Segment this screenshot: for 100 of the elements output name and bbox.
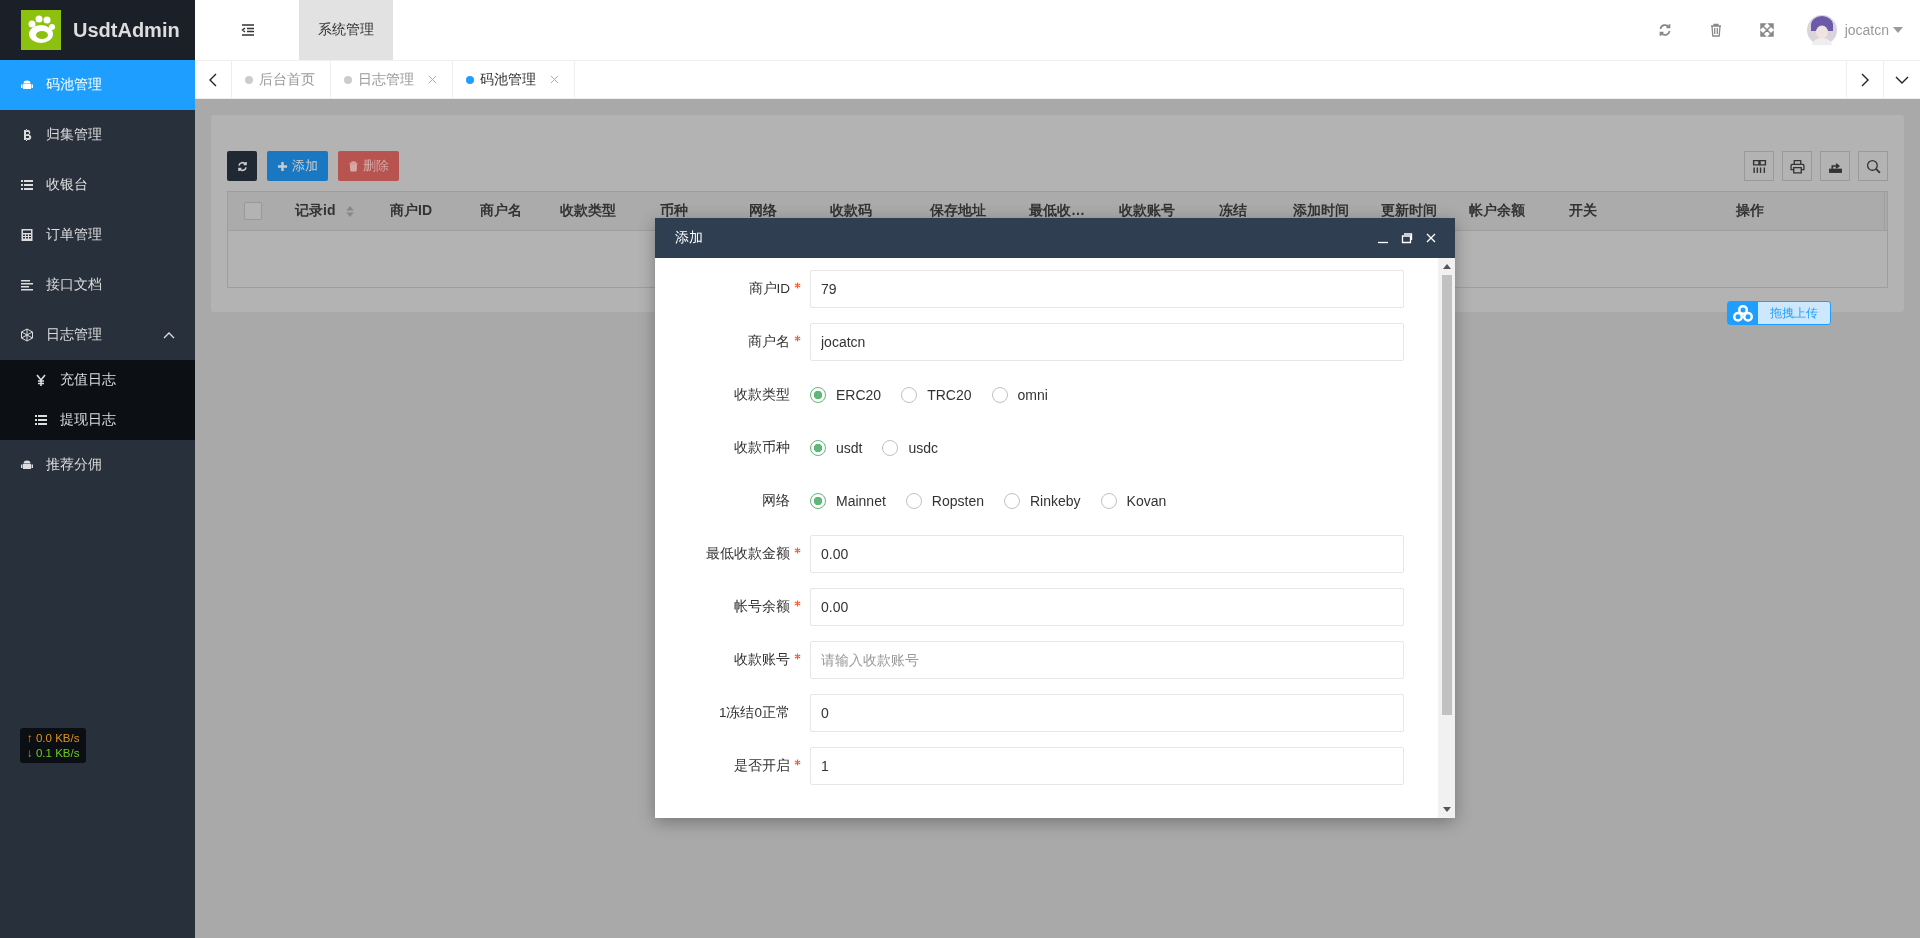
android-icon <box>20 78 34 92</box>
field-label: 最低收款金额 <box>706 545 790 563</box>
column-header: 收款类型 <box>560 202 616 220</box>
radio-option[interactable]: ERC20 <box>810 387 882 403</box>
radio-option[interactable]: Kovan <box>1100 493 1167 509</box>
chevron-down-icon <box>1895 75 1909 84</box>
radio-label: Kovan <box>1126 493 1167 509</box>
sidebar-item[interactable]: 提现日志 <box>0 400 195 440</box>
column-header: 币种 <box>660 202 688 220</box>
radio-option[interactable]: Ropsten <box>905 493 984 509</box>
field-label: 收款类型 <box>734 386 790 404</box>
field-label: 收款账号 <box>734 651 790 669</box>
column-header: 收款账号 <box>1119 202 1175 220</box>
fullscreen-icon[interactable] <box>1759 23 1774 37</box>
radio-button[interactable] <box>810 440 826 456</box>
radio-label: usdt <box>836 440 863 456</box>
dialog-title: 添加 <box>675 229 703 247</box>
radio-label: TRC20 <box>927 387 972 403</box>
field-label: 商户ID <box>748 280 790 298</box>
sidebar-item[interactable]: 推荐分佣 <box>0 440 195 490</box>
text-field[interactable]: 0 <box>810 694 1404 732</box>
paw-logo-icon <box>21 10 61 50</box>
column-header: 更新时间 <box>1381 202 1437 220</box>
column-header: 网络 <box>749 202 777 220</box>
column-header: 添加时间 <box>1293 202 1349 220</box>
field-label: 帐号余额 <box>734 598 790 616</box>
field-label: 1冻结0正常 <box>718 704 790 722</box>
column-header: 最低收… <box>1029 202 1085 220</box>
caret-icon[interactable] <box>1893 27 1903 33</box>
sidebar-item[interactable]: 收银台 <box>0 160 195 210</box>
radio-label: Rinkeby <box>1029 493 1081 509</box>
cloud-icon <box>1728 302 1758 324</box>
refresh-icon <box>236 160 248 172</box>
user-avatar[interactable] <box>1806 15 1837 45</box>
field-label: 收款币种 <box>734 439 790 457</box>
field-label: 商户名 <box>748 333 790 351</box>
text-align-icon <box>20 278 34 292</box>
radio-label: Mainnet <box>836 493 886 509</box>
column-header: 商户名 <box>480 202 522 220</box>
search-button[interactable] <box>1858 151 1888 181</box>
refresh-icon[interactable] <box>1657 23 1672 37</box>
columns-button[interactable] <box>1744 151 1774 181</box>
sidebar-item[interactable]: 日志管理 <box>0 310 195 360</box>
hexagon-icon <box>20 328 34 342</box>
export-button[interactable] <box>1820 151 1850 181</box>
chevron-left-icon <box>209 72 217 87</box>
sidebar-item[interactable]: 归集管理 <box>0 110 195 160</box>
radio-button[interactable] <box>810 387 826 403</box>
android-icon <box>20 458 34 472</box>
trash-icon[interactable] <box>1708 23 1723 37</box>
menu-icon[interactable] <box>241 24 255 36</box>
trash-icon <box>348 160 359 172</box>
top-menu-tab[interactable]: 系统管理 <box>299 0 393 60</box>
tab-dot <box>245 75 253 84</box>
plus-icon <box>277 160 288 172</box>
calculator-icon <box>20 228 34 242</box>
tab-dot <box>466 75 474 84</box>
radio-option[interactable]: Mainnet <box>810 493 886 509</box>
select-all-checkbox[interactable] <box>244 202 262 220</box>
column-header: 开关 <box>1569 202 1597 220</box>
column-header: 商户ID <box>390 202 432 220</box>
page-tab[interactable]: 码池管理 <box>453 61 575 98</box>
refresh-button[interactable] <box>227 151 257 181</box>
radio-option[interactable]: Rinkeby <box>1003 493 1081 509</box>
chevron-right-icon <box>1861 72 1869 87</box>
tab-dot <box>344 75 352 84</box>
scroll-down-icon[interactable] <box>1442 807 1451 812</box>
text-field[interactable]: 0.00 <box>810 535 1404 573</box>
sidebar-item[interactable]: 接口文档 <box>0 260 195 310</box>
tab-label: 码池管理 <box>480 70 536 89</box>
radio-label: ERC20 <box>836 387 882 403</box>
scroll-up-icon[interactable] <box>1442 264 1451 269</box>
text-field[interactable]: jocatcn <box>810 323 1404 361</box>
yen-icon <box>34 373 48 387</box>
list-icon <box>20 178 34 192</box>
text-field[interactable]: 请输入收款账号 <box>810 641 1404 679</box>
download-speed: ↓ 0.1 KB/s <box>27 747 80 759</box>
printer-icon <box>1789 158 1805 174</box>
scrollbar[interactable] <box>1438 258 1455 818</box>
radio-option[interactable]: omni <box>991 387 1048 403</box>
sidebar-item[interactable]: 订单管理 <box>0 210 195 260</box>
sidebar-item[interactable]: 充值日志 <box>0 360 195 400</box>
radio-label: usdc <box>908 440 939 456</box>
maximize-icon[interactable] <box>1401 232 1413 244</box>
column-header: 收款码 <box>830 202 872 220</box>
radio-option[interactable]: usdt <box>810 440 863 456</box>
text-field[interactable]: 0.00 <box>810 588 1404 626</box>
radio-button[interactable] <box>810 493 826 509</box>
list-icon <box>34 413 48 427</box>
radio-label: omni <box>1017 387 1048 403</box>
radio-option[interactable]: usdc <box>882 440 939 456</box>
tab-label: 日志管理 <box>358 70 414 89</box>
text-field[interactable]: 79 <box>810 270 1404 308</box>
sort-icon[interactable] <box>345 204 356 218</box>
print-button[interactable] <box>1782 151 1812 181</box>
field-label: 网络 <box>762 492 790 510</box>
radio-option[interactable]: TRC20 <box>901 387 972 403</box>
column-header: 操作 <box>1736 202 1764 220</box>
app-title: UsdtAdmin <box>73 18 180 42</box>
text-field[interactable]: 1 <box>810 747 1404 785</box>
